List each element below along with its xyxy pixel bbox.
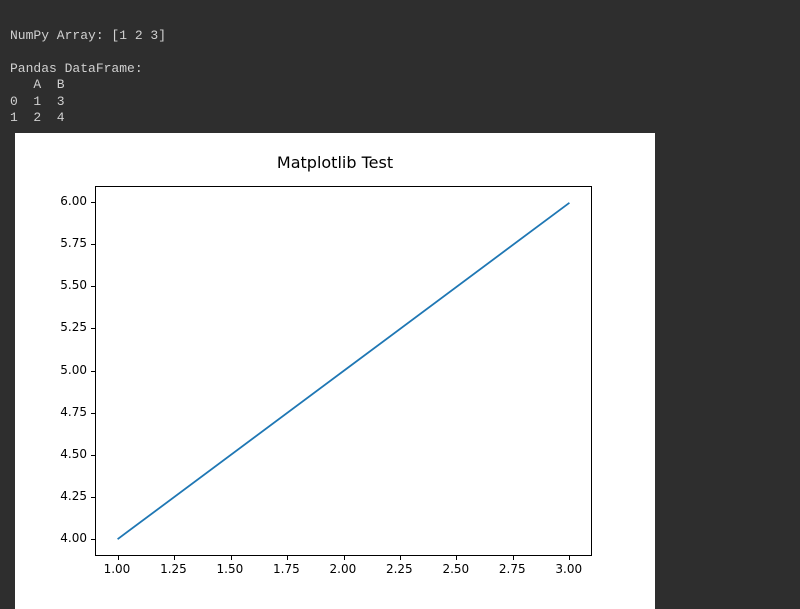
chart-line-series	[118, 202, 570, 538]
y-tick-label: 4.25	[60, 489, 87, 503]
x-tick-mark	[344, 556, 345, 560]
y-tick-mark	[91, 244, 95, 245]
y-tick-mark	[91, 497, 95, 498]
y-tick-label: 5.25	[60, 320, 87, 334]
x-tick-label: 2.25	[386, 562, 413, 576]
y-tick-label: 6.00	[60, 194, 87, 208]
pandas-columns-line: A B	[10, 77, 65, 92]
x-tick-mark	[400, 556, 401, 560]
pandas-row-1: 1 2 4	[10, 110, 65, 125]
y-tick-label: 5.50	[60, 278, 87, 292]
chart-svg	[15, 133, 655, 609]
x-tick-mark	[456, 556, 457, 560]
x-tick-label: 3.00	[555, 562, 582, 576]
y-tick-mark	[91, 286, 95, 287]
numpy-output-line: NumPy Array: [1 2 3]	[10, 28, 166, 43]
x-tick-label: 1.75	[273, 562, 300, 576]
x-tick-mark	[287, 556, 288, 560]
x-tick-label: 2.00	[330, 562, 357, 576]
x-tick-mark	[569, 556, 570, 560]
x-tick-mark	[174, 556, 175, 560]
x-tick-mark	[513, 556, 514, 560]
y-tick-label: 4.50	[60, 447, 87, 461]
y-tick-label: 4.75	[60, 405, 87, 419]
x-tick-label: 1.50	[217, 562, 244, 576]
x-tick-mark	[118, 556, 119, 560]
y-tick-label: 5.75	[60, 236, 87, 250]
x-tick-label: 1.00	[104, 562, 131, 576]
x-tick-label: 1.25	[160, 562, 187, 576]
pandas-header-line: Pandas DataFrame:	[10, 61, 143, 76]
y-tick-mark	[91, 371, 95, 372]
console-output: NumPy Array: [1 2 3] Pandas DataFrame: A…	[0, 0, 800, 127]
x-tick-mark	[231, 556, 232, 560]
y-tick-label: 5.00	[60, 363, 87, 377]
matplotlib-figure: Matplotlib Test 1.001.251.501.752.002.25…	[15, 133, 655, 609]
y-tick-label: 4.00	[60, 531, 87, 545]
y-tick-mark	[91, 539, 95, 540]
y-tick-mark	[91, 202, 95, 203]
y-tick-mark	[91, 413, 95, 414]
pandas-row-0: 0 1 3	[10, 94, 65, 109]
y-tick-mark	[91, 328, 95, 329]
x-tick-label: 2.50	[442, 562, 469, 576]
y-tick-mark	[91, 455, 95, 456]
x-tick-label: 2.75	[499, 562, 526, 576]
